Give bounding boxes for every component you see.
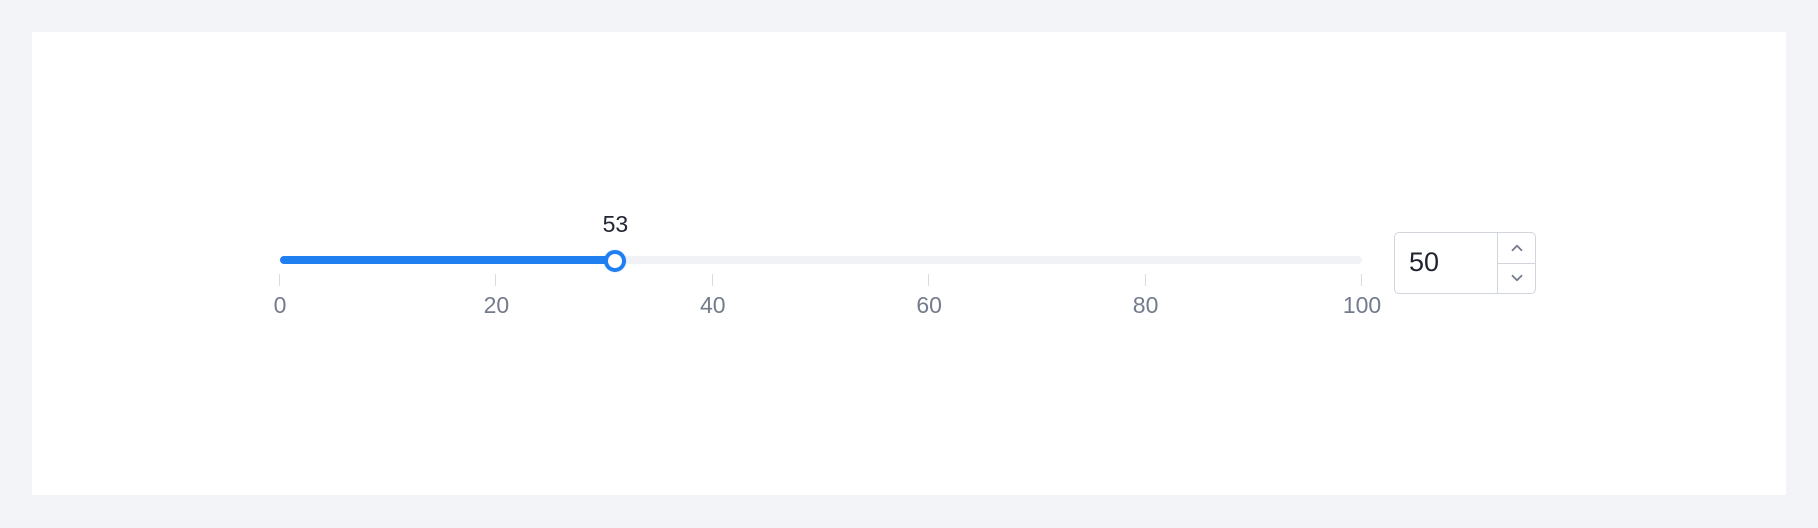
slider-thumb[interactable]: 53 <box>603 211 628 272</box>
mark-tick <box>711 274 713 286</box>
mark-label: 100 <box>1342 292 1382 318</box>
chevron-down-icon <box>1511 274 1522 282</box>
slider-tooltip: 53 <box>602 211 629 237</box>
mark-label: 80 <box>1132 292 1159 318</box>
increment-button[interactable] <box>1498 233 1535 264</box>
mark-tick <box>495 274 497 286</box>
number-input[interactable]: 50 <box>1394 232 1536 294</box>
slider-marks: 0 20 40 60 80 100 <box>274 274 1381 318</box>
mark-label: 40 <box>700 292 726 318</box>
mark-tick <box>928 274 930 286</box>
mark-tick <box>1361 274 1362 286</box>
mark-label: 20 <box>483 292 510 318</box>
number-input-value[interactable]: 50 <box>1409 249 1439 276</box>
number-stepper <box>1497 233 1535 293</box>
mark-label: 60 <box>916 292 942 318</box>
slider-fill <box>280 256 616 264</box>
mark-label: 0 <box>273 292 287 318</box>
chevron-up-icon <box>1511 244 1522 252</box>
range-slider[interactable]: 53 0 20 40 60 80 100 <box>274 211 1382 330</box>
mark-tick <box>1144 274 1146 286</box>
decrement-button[interactable] <box>1498 263 1535 293</box>
mark-tick <box>279 274 280 286</box>
